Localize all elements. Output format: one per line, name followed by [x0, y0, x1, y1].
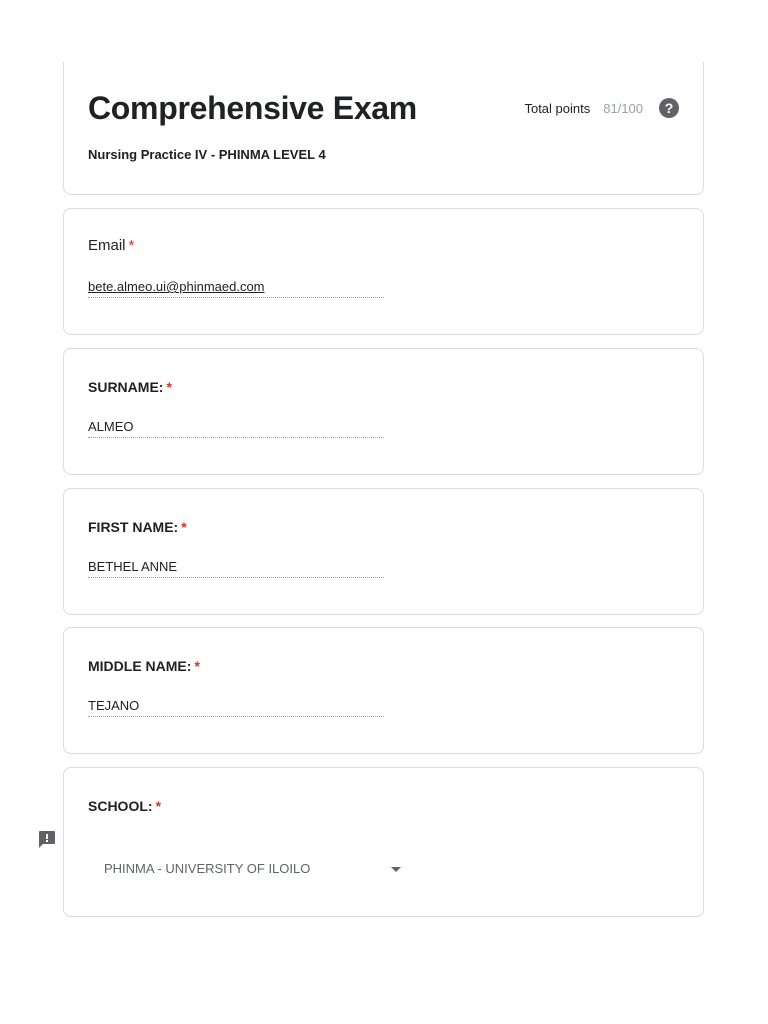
required-marker: * — [155, 798, 162, 814]
question-school: SCHOOL: * PHINMA - UNIVERSITY OF ILOILO — [63, 767, 704, 917]
question-first-name: FIRST NAME: * BETHEL ANNE — [63, 488, 704, 615]
required-marker: * — [194, 658, 200, 674]
required-marker: * — [181, 519, 187, 535]
email-label-text: Email — [88, 237, 126, 254]
school-selected-value: PHINMA - UNIVERSITY OF ILOILO — [104, 860, 311, 876]
question-surname: SURNAME: * ALMEO — [63, 348, 704, 475]
middle-name-label: MIDDLE NAME: * — [88, 658, 200, 674]
email-field[interactable]: bete.almeo.ui@phinmaed.com — [88, 277, 384, 298]
surname-label: SURNAME: * — [88, 379, 172, 395]
first-name-label-text: FIRST NAME: — [88, 519, 179, 535]
middle-name-label-text: MIDDLE NAME: — [88, 658, 192, 674]
school-label: SCHOOL: * — [88, 798, 161, 814]
surname-field[interactable]: ALMEO — [88, 417, 384, 438]
form-header-card: Comprehensive Exam Nursing Practice IV -… — [63, 62, 704, 195]
first-name-field[interactable]: BETHEL ANNE — [88, 557, 384, 578]
report-issue-icon[interactable] — [37, 829, 57, 849]
total-points: Total points 81/100 ? — [524, 98, 679, 118]
question-middle-name: MIDDLE NAME: * TEJANO — [63, 627, 704, 754]
caret-down-icon — [391, 867, 401, 872]
first-name-label: FIRST NAME: * — [88, 519, 187, 535]
email-label: Email * — [88, 237, 134, 254]
required-marker: * — [128, 237, 135, 254]
required-marker: * — [166, 379, 172, 395]
form-title: Comprehensive Exam — [88, 90, 417, 126]
middle-name-field[interactable]: TEJANO — [88, 696, 384, 717]
question-email: Email * bete.almeo.ui@phinmaed.com — [63, 208, 704, 335]
total-points-value: 81/100 — [603, 100, 643, 116]
help-icon[interactable]: ? — [659, 98, 679, 118]
school-label-text: SCHOOL: — [88, 798, 153, 814]
form-subtitle: Nursing Practice IV - PHINMA LEVEL 4 — [88, 147, 326, 162]
form-page: Comprehensive Exam Nursing Practice IV -… — [0, 0, 768, 1024]
surname-label-text: SURNAME: — [88, 379, 164, 395]
total-points-label: Total points — [524, 100, 591, 116]
school-dropdown[interactable]: PHINMA - UNIVERSITY OF ILOILO — [88, 852, 408, 884]
